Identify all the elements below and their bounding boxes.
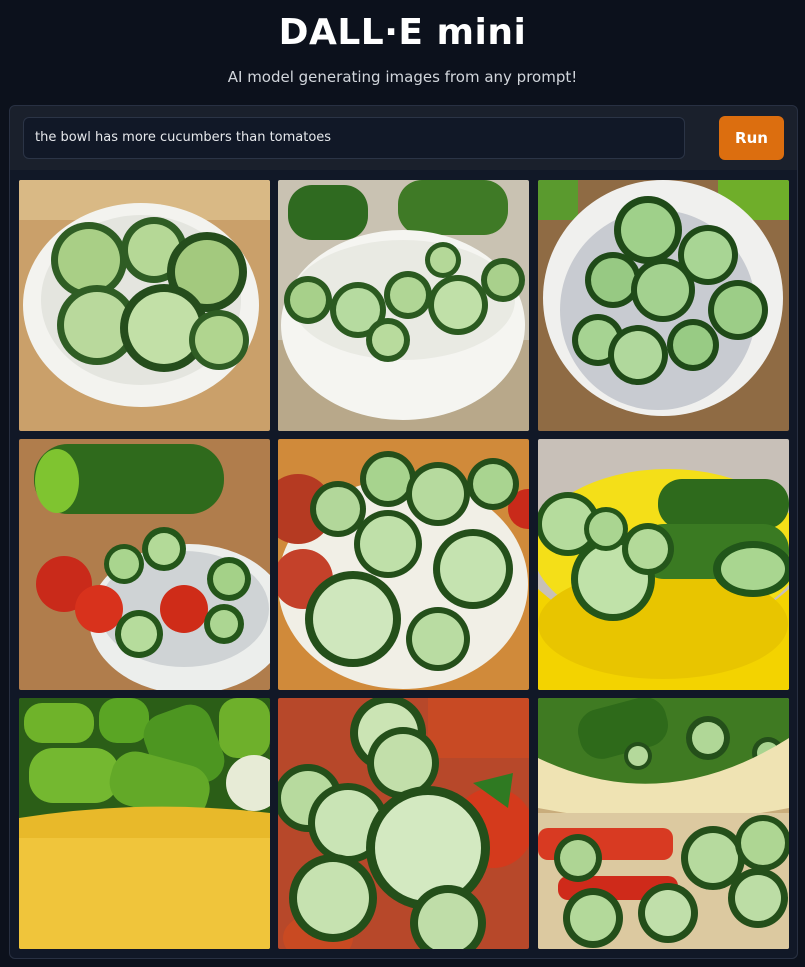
generated-image-5[interactable] [278,439,529,690]
app-subtitle: AI model generating images from any prom… [227,68,578,86]
app-header: DALL·E mini AI model generating images f… [0,0,805,100]
generated-image-3[interactable] [538,180,789,431]
generated-image-7[interactable] [19,698,270,949]
generated-image-8[interactable] [278,698,529,949]
app-title: DALL·E mini [278,12,527,53]
generated-image-9[interactable] [538,698,789,949]
generated-image-4[interactable] [19,439,270,690]
run-button[interactable]: Run [719,116,784,160]
generated-image-6[interactable] [538,439,789,690]
generator-panel: the bowl has more cucumbers than tomatoe… [9,105,798,959]
image-gallery [10,170,797,958]
prompt-input[interactable]: the bowl has more cucumbers than tomatoe… [23,117,685,159]
generated-image-1[interactable] [19,180,270,431]
generated-image-2[interactable] [278,180,529,431]
